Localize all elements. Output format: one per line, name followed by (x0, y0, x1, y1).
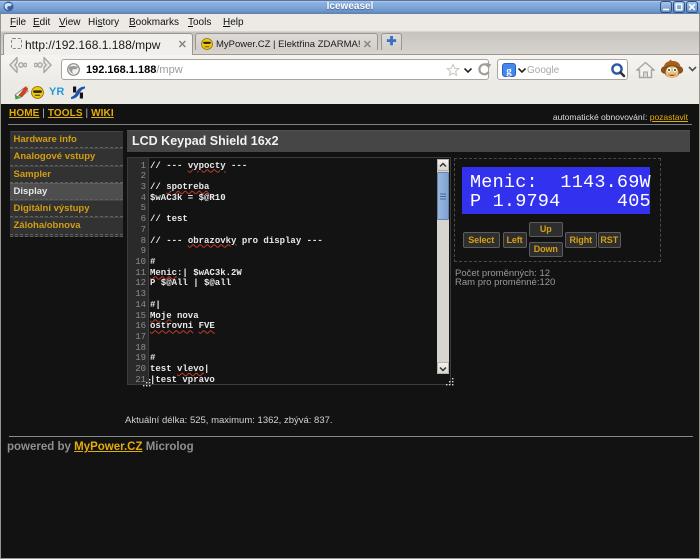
svg-text:g: g (506, 65, 512, 77)
